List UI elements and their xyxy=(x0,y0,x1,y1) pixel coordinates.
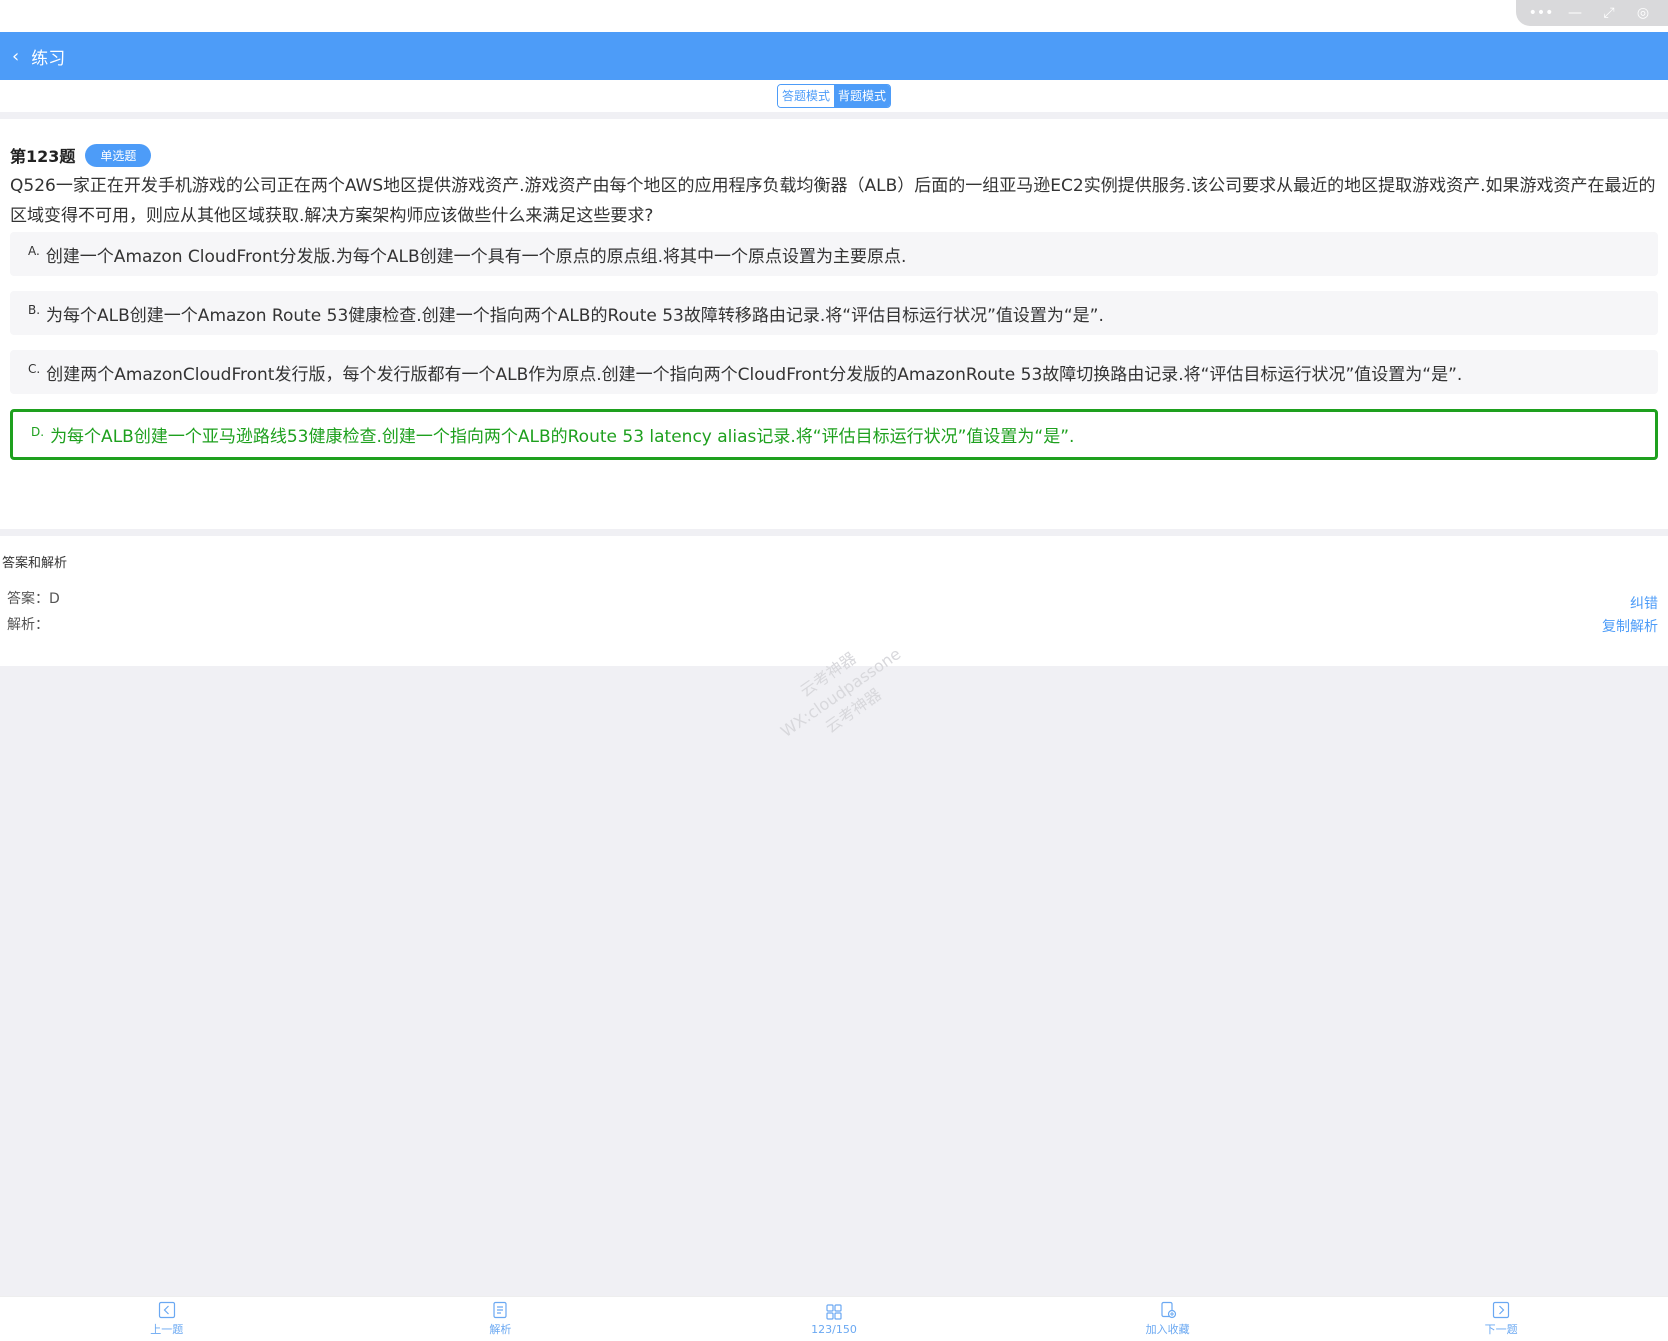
analysis-panel: 答案和解析 答案：D 解析： 纠错 复制解析 xyxy=(0,536,1668,666)
option-letter: B. xyxy=(28,303,41,317)
question-type-badge: 单选题 xyxy=(85,143,152,167)
prev-question-tab[interactable]: 上一题 xyxy=(0,1297,334,1341)
option-a[interactable]: A. 创建一个Amazon CloudFront分发版.为每个ALB创建一个具有… xyxy=(10,232,1658,276)
option-text: 为每个ALB创建一个Amazon Route 53健康检查.创建一个指向两个AL… xyxy=(46,305,1104,326)
bottom-tabbar: 上一题 解析 123/150 加入收藏 下一题 xyxy=(0,1296,1668,1341)
question-panel: 第123题 单选题 Q526一家正在开发手机游戏的公司正在两个AWS地区提供游戏… xyxy=(0,119,1668,529)
tab-label: 解析 xyxy=(489,1323,512,1336)
mode-switch: 答题模式 背题模式 xyxy=(776,84,892,108)
tab-label: 上一题 xyxy=(150,1323,184,1336)
memorize-mode-button[interactable]: 背题模式 xyxy=(834,85,891,107)
report-error-link[interactable]: 纠错 xyxy=(1630,593,1658,613)
answer-text: 答案：D xyxy=(7,591,60,607)
window-title-bar: ••• — ⤢ ◎ xyxy=(0,0,1668,32)
option-letter: A. xyxy=(28,244,40,258)
bookmark-add-icon xyxy=(1160,1301,1176,1319)
explain-tab[interactable]: 解析 xyxy=(334,1297,668,1341)
grid-icon xyxy=(826,1303,842,1320)
chevron-left-icon xyxy=(158,1301,175,1319)
option-text: 创建一个Amazon CloudFront分发版.为每个ALB创建一个具有一个原… xyxy=(45,246,907,267)
next-question-tab[interactable]: 下一题 xyxy=(1334,1297,1668,1341)
chevron-right-icon xyxy=(1493,1301,1510,1319)
analysis-title: 答案和解析 xyxy=(2,556,68,571)
progress-grid-tab[interactable]: 123/150 xyxy=(667,1297,1001,1341)
back-icon[interactable]: ‹ xyxy=(12,46,19,67)
tab-label: 下一题 xyxy=(1484,1323,1518,1336)
favorite-tab[interactable]: 加入收藏 xyxy=(1001,1297,1335,1341)
option-text: 创建两个AmazonCloudFront发行版，每个发行版都有一个ALB作为原点… xyxy=(46,364,1463,385)
answer-mode-button[interactable]: 答题模式 xyxy=(777,85,834,107)
option-letter: C. xyxy=(28,362,41,376)
progress-counter: 123/150 xyxy=(811,1322,857,1336)
navbar: ‹ 练习 xyxy=(0,32,1668,80)
mode-bar: 答题模式 背题模式 xyxy=(0,80,1668,112)
option-b[interactable]: B. 为每个ALB创建一个Amazon Route 53健康检查.创建一个指向两… xyxy=(10,291,1658,335)
more-icon[interactable]: ••• xyxy=(1529,4,1554,22)
explanation-text: 解析： xyxy=(7,617,49,633)
document-icon xyxy=(493,1301,507,1319)
tab-label: 加入收藏 xyxy=(1145,1323,1190,1336)
option-d-correct[interactable]: D. 为每个ALB创建一个亚马逊路线53健康检查.创建一个指向两个ALB的Rou… xyxy=(10,409,1658,460)
close-icon[interactable]: ◎ xyxy=(1632,4,1654,22)
window-controls: ••• — ⤢ ◎ xyxy=(1516,0,1668,26)
option-text: 为每个ALB创建一个亚马逊路线53健康检查.创建一个指向两个ALB的Route … xyxy=(50,427,1075,447)
page-title: 练习 xyxy=(31,48,66,69)
question-header: 第123题 单选题 xyxy=(10,143,152,167)
minimize-icon[interactable]: — xyxy=(1564,4,1586,22)
copy-explanation-link[interactable]: 复制解析 xyxy=(1602,616,1658,636)
option-letter: D. xyxy=(31,424,45,439)
question-text: Q526一家正在开发手机游戏的公司正在两个AWS地区提供游戏资产.游戏资产由每个… xyxy=(10,176,1656,226)
question-number: 第123题 xyxy=(10,147,76,166)
option-c[interactable]: C. 创建两个AmazonCloudFront发行版，每个发行版都有一个ALB作… xyxy=(10,350,1658,394)
restore-icon[interactable]: ⤢ xyxy=(1598,4,1620,22)
